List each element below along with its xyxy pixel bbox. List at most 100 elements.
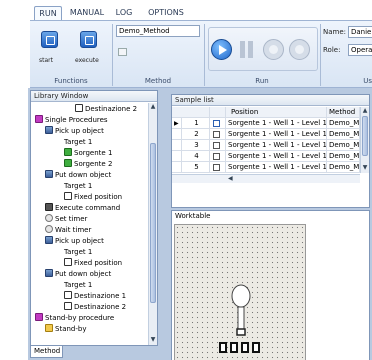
execute-label: execute	[75, 57, 99, 64]
abort-icon	[295, 45, 304, 54]
row-checkbox[interactable]	[213, 142, 220, 149]
tree-item[interactable]: Pick up object	[45, 236, 104, 247]
target-icon	[64, 159, 72, 167]
target-icon	[64, 258, 72, 266]
tree-item[interactable]: Wait timer	[45, 225, 91, 236]
procedure-icon	[35, 313, 43, 321]
timer-icon	[45, 225, 53, 233]
name-field[interactable]: Danie	[348, 26, 372, 38]
library-scrollbar[interactable]: ▲ ▼	[148, 103, 157, 345]
run-controls	[208, 27, 318, 71]
group-label-method: Method	[144, 77, 172, 85]
method-browse-icon[interactable]	[118, 48, 127, 56]
tree-item[interactable]: Single Procedures	[35, 115, 108, 126]
put-icon	[45, 269, 53, 277]
group-label-functions: Functions	[54, 77, 88, 85]
tree-item[interactable]: Destinazione 1	[64, 291, 126, 302]
robot-arm-icon	[231, 284, 251, 336]
rack-slot-icon[interactable]	[252, 342, 260, 353]
stop-icon	[269, 45, 278, 54]
tree-item[interactable]: Fixed position	[64, 258, 122, 269]
standby-icon	[45, 324, 53, 332]
put-icon	[45, 170, 53, 178]
header-check	[210, 107, 226, 118]
pick-icon	[45, 236, 53, 244]
tree-item[interactable]: Sorgente 2	[64, 159, 112, 170]
table-row[interactable]: 2 Sorgente 1 - Well 1 - Level 14 Demo_Me	[172, 129, 360, 140]
stop-button[interactable]	[263, 39, 284, 60]
tree-item[interactable]: Target 1	[64, 137, 92, 148]
row-checkbox[interactable]	[213, 120, 220, 127]
timer-icon	[45, 214, 53, 222]
target-icon	[64, 302, 72, 310]
start-button[interactable]	[41, 31, 58, 48]
rack-slot-icon[interactable]	[241, 342, 249, 353]
worktable-title: Worktable	[175, 212, 211, 220]
tree-item[interactable]: Set timer	[45, 214, 87, 225]
table-row[interactable]: 3 Sorgente 1 - Well 1 - Level 13 Demo_Me	[172, 140, 360, 151]
pause-button[interactable]	[239, 41, 254, 58]
tab-manual[interactable]: MANUAL	[67, 6, 107, 20]
pause-icon	[240, 41, 245, 58]
abort-button[interactable]	[289, 39, 310, 60]
row-indicator-icon: ▶	[172, 118, 182, 129]
header-empty	[172, 107, 210, 118]
table-row[interactable]: 5 Sorgente 1 - Well 1 - Level 11 Demo_Me	[172, 162, 360, 173]
tree-item[interactable]: Put down object	[45, 269, 111, 280]
tree-item[interactable]: Target 1	[64, 280, 92, 291]
chevron-left-icon[interactable]: ◀	[228, 175, 234, 183]
row-checkbox[interactable]	[213, 153, 220, 160]
tree-item[interactable]: Destinazione 2	[75, 104, 137, 115]
sample-list-scrollbar[interactable]: ▲ ▼	[360, 107, 369, 173]
tree-item[interactable]: Pick up object	[45, 126, 104, 137]
row-checkbox[interactable]	[213, 164, 220, 171]
pick-icon	[45, 126, 53, 134]
worktable-panel: Worktable	[171, 210, 370, 360]
target-icon	[64, 192, 72, 200]
sample-list-title: Sample list	[172, 95, 369, 106]
tab-run[interactable]: RUN	[34, 6, 62, 20]
table-row[interactable]: 4 Sorgente 1 - Well 1 - Level 12 Demo_Me	[172, 151, 360, 162]
chevron-up-icon[interactable]: ▲	[362, 108, 368, 114]
tab-method[interactable]: Method	[30, 346, 63, 358]
tree-item[interactable]: Target 1	[64, 181, 92, 192]
tree-item[interactable]: Put down object	[45, 170, 111, 181]
worktable-canvas[interactable]	[174, 224, 306, 360]
library-title: Library Window	[31, 91, 157, 102]
chevron-down-icon[interactable]: ▼	[362, 165, 368, 171]
tab-log[interactable]: LOG	[113, 6, 135, 20]
column-position[interactable]: Position	[226, 107, 327, 118]
tree-item[interactable]: Stand-by procedure	[35, 313, 114, 324]
tree-item[interactable]: Destinazione 2	[64, 302, 126, 313]
play-button[interactable]	[211, 39, 232, 60]
sample-list-panel: Sample list Position Method ▶ 1 Sorgente…	[171, 94, 370, 208]
tree-item[interactable]: Fixed position	[64, 192, 122, 203]
row-checkbox[interactable]	[213, 131, 220, 138]
name-label: Name:	[323, 28, 347, 36]
group-label-user: Us	[363, 77, 372, 85]
chevron-down-icon[interactable]: ▼	[150, 337, 156, 343]
horizontal-scrollbar[interactable]: ◀	[172, 174, 360, 183]
target-icon	[64, 291, 72, 299]
chevron-up-icon[interactable]: ▲	[150, 104, 156, 110]
tab-options[interactable]: OPTIONS	[144, 6, 188, 20]
tree-item[interactable]: Execute command	[45, 203, 120, 214]
group-label-run: Run	[255, 77, 269, 85]
tree-item[interactable]: Stand-by	[45, 324, 86, 335]
tree-item[interactable]: Target 1	[64, 247, 92, 258]
grid-header: Position Method	[172, 107, 360, 118]
scroll-thumb[interactable]	[150, 143, 156, 303]
sample-grid: Position Method ▶ 1 Sorgente 1 - Well 1 …	[172, 107, 360, 207]
role-label: Role:	[323, 46, 341, 54]
scroll-thumb[interactable]	[362, 116, 368, 156]
library-tree: Destinazione 2 Single Procedures Pick up…	[31, 103, 148, 345]
tree-item[interactable]: Sorgente 1	[64, 148, 112, 159]
method-field[interactable]: Demo_Method	[116, 25, 200, 37]
rack-slot-icon[interactable]	[219, 342, 227, 353]
column-method[interactable]: Method	[327, 107, 360, 118]
target-icon	[75, 104, 83, 112]
role-field[interactable]: Opera	[348, 44, 372, 56]
rack-slot-icon[interactable]	[230, 342, 238, 353]
execute-button[interactable]	[80, 31, 97, 48]
table-row[interactable]: ▶ 1 Sorgente 1 - Well 1 - Level 15 Demo_…	[172, 118, 360, 129]
